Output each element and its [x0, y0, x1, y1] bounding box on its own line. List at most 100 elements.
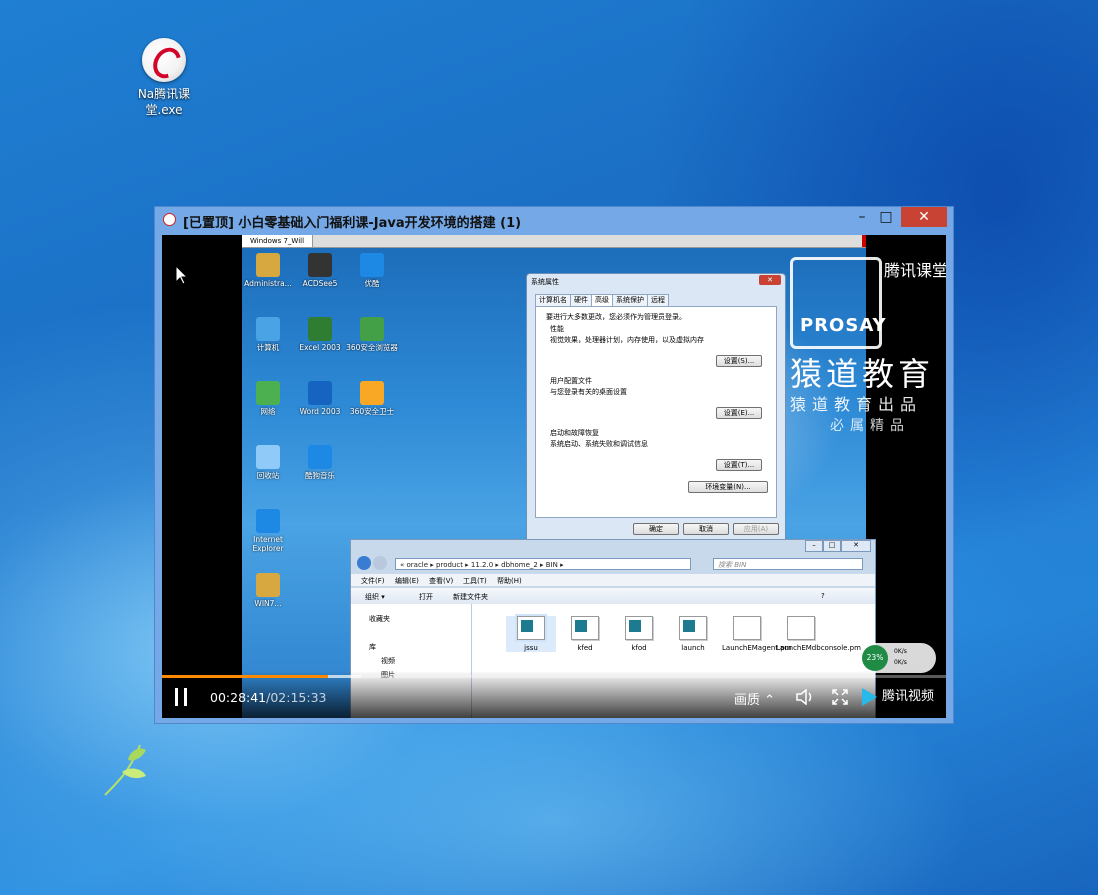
menu-view[interactable]: 查看(V) [429, 576, 453, 586]
file-name: jssu [524, 644, 538, 652]
tencent-video-label: 腾讯视频 [882, 689, 935, 704]
tab-system-protection[interactable]: 系统保护 [612, 294, 648, 306]
vm-desktop-icon[interactable]: Word 2003 [294, 381, 346, 416]
video-player-window: [已置顶] 小白零基础入门福利课-Java开发环境的搭建 (1) – □ ✕ W… [154, 206, 954, 724]
desktop-icon-tencent-classroom[interactable]: Na腾讯课堂.exe [126, 38, 202, 118]
perf-desc: 视觉效果，处理器计划，内存使用，以及虚拟内存 [550, 336, 704, 344]
upload-speed: 0K/s [894, 648, 907, 655]
word-icon [308, 381, 332, 405]
menu-edit[interactable]: 编辑(E) [395, 576, 419, 586]
played-bar [162, 675, 329, 678]
vm-desktop-icon[interactable]: 酷狗音乐 [294, 445, 346, 480]
vm-desktop-icon-label: ACDSee5 [302, 279, 338, 288]
dialog-close-icon[interactable]: ✕ [759, 275, 781, 285]
vm-desktop-icon[interactable]: 360安全卫士 [346, 381, 398, 416]
file-item[interactable]: jssu [506, 614, 556, 652]
progress-bar[interactable] [162, 675, 946, 678]
cancel-button[interactable]: 取消 [683, 523, 729, 535]
profile-desc: 与您登录有关的桌面设置 [550, 388, 627, 396]
desktop-icon-label: Na腾讯课堂.exe [137, 87, 191, 117]
vm-desktop-icon[interactable]: 回收站 [242, 445, 294, 480]
memory-percent: 23% [862, 645, 888, 671]
vm-desktop-icon[interactable]: 360安全浏览器 [346, 317, 398, 352]
new-folder-button[interactable]: 新建文件夹 [453, 592, 488, 602]
vm-desktop-icon-label: Word 2003 [299, 407, 341, 416]
music-icon [308, 445, 332, 469]
forward-button[interactable] [373, 556, 387, 570]
chevron-up-icon: ⌃ [764, 693, 776, 708]
menu-file[interactable]: 文件(F) [361, 576, 385, 586]
vm-desktop-icon[interactable]: Administra... [242, 253, 294, 288]
brand-edu: 猿道教育 [790, 355, 935, 393]
nav-favorites[interactable]: 收藏夹 [369, 614, 390, 624]
folder-icon [256, 253, 280, 277]
advanced-panel: 要进行大多数更改，您必须作为管理员登录。 性能 视觉效果，处理器计划，内存使用，… [535, 306, 777, 518]
fullscreen-icon[interactable] [832, 689, 848, 705]
vm-desktop-icon-label: Excel 2003 [299, 343, 341, 352]
vm-tab: Windows 7_Will [242, 235, 314, 247]
search-input[interactable]: 搜索 BIN [713, 558, 863, 570]
file-item[interactable]: LaunchEMagent.pm [722, 616, 792, 652]
vm-screen: Windows 7_Will Administra... ACDSee5 优酷计算机… [242, 235, 946, 718]
ok-button[interactable]: 确定 [633, 523, 679, 535]
file-name: LaunchEMdbconsole.pm [776, 644, 861, 652]
file-item[interactable]: LaunchEMdbconsole.pm [776, 616, 861, 652]
maximize-button[interactable]: □ [871, 207, 901, 227]
quality-button[interactable]: 画质 ⌃ [734, 689, 775, 708]
vm-desktop-icon-label: 酷狗音乐 [305, 471, 335, 480]
dialog-title: 系统属性 [531, 278, 559, 286]
vm-desktop-icon-label: 回收站 [256, 471, 280, 480]
file-name: kfed [577, 644, 593, 652]
network-speed-widget: 23% 0K/s 0K/s [860, 643, 936, 673]
vm-desktop-icon[interactable]: ACDSee5 [294, 253, 346, 288]
leaf-decoration-icon [104, 744, 146, 796]
vm-desktop-icon[interactable]: WIN7... [242, 573, 294, 608]
nav-libraries[interactable]: 库 [369, 642, 376, 652]
startup-desc: 系统启动、系统失败和调试信息 [550, 440, 648, 448]
help-icon[interactable]: ? [821, 592, 825, 600]
shield-plus-icon [360, 381, 384, 405]
vm-desktop-icon-label: Administra... [244, 279, 292, 288]
file-item[interactable]: kfod [614, 616, 664, 652]
tab-hardware[interactable]: 硬件 [570, 294, 592, 306]
profile-settings-button[interactable]: 设置(E)... [716, 407, 762, 419]
perf-settings-button[interactable]: 设置(S)... [716, 355, 762, 367]
volume-icon[interactable] [796, 689, 814, 705]
explorer-minimize-icon[interactable]: – [805, 540, 823, 552]
video-area[interactable]: Windows 7_Will Administra... ACDSee5 优酷计算机… [162, 235, 946, 718]
vm-desktop-icon[interactable]: 计算机 [242, 317, 294, 352]
vm-desktop-icon[interactable]: 网络 [242, 381, 294, 416]
file-item[interactable]: launch [668, 616, 718, 652]
file-item[interactable]: kfed [560, 616, 610, 652]
nav-videos[interactable]: 视频 [381, 656, 395, 666]
explorer-maximize-icon[interactable]: □ [823, 540, 841, 552]
explorer-close-icon[interactable]: ✕ [841, 540, 871, 552]
vm-desktop-icon[interactable]: Internet Explorer [242, 509, 294, 553]
apply-button[interactable]: 应用(A) [733, 523, 779, 535]
vm-desktop-icon[interactable]: Excel 2003 [294, 317, 346, 352]
vm-desktop-icon[interactable]: 优酷 [346, 253, 398, 288]
startup-settings-button[interactable]: 设置(T)... [716, 459, 762, 471]
menu-bar: 文件(F) 编辑(E) 查看(V) 工具(T) 帮助(H) [351, 574, 875, 586]
title-bar[interactable]: [已置顶] 小白零基础入门福利课-Java开发环境的搭建 (1) – □ ✕ [155, 207, 953, 233]
brand-sub2: 必属精品 [830, 418, 910, 434]
play-icon [360, 253, 384, 277]
open-button[interactable]: 打开 [419, 592, 433, 602]
close-button[interactable]: ✕ [901, 207, 947, 227]
pause-button[interactable] [174, 688, 190, 706]
menu-tools[interactable]: 工具(T) [463, 576, 487, 586]
perf-title: 性能 [550, 325, 564, 333]
tab-computer-name[interactable]: 计算机名 [535, 294, 571, 306]
menu-help[interactable]: 帮助(H) [497, 576, 522, 586]
folder-icon [256, 573, 280, 597]
address-bar[interactable]: « oracle ▸ product ▸ 11.2.0 ▸ dbhome_2 ▸… [395, 558, 691, 570]
vm-desktop-icon-label: 360安全卫士 [349, 407, 395, 416]
tab-remote[interactable]: 远程 [647, 294, 669, 306]
organize-button[interactable]: 组织 ▾ [365, 592, 385, 602]
vm-desktop-icon-label: 计算机 [256, 343, 280, 352]
debian-swirl-icon [142, 38, 186, 82]
env-variables-button[interactable]: 环境变量(N)... [688, 481, 768, 493]
current-time: 00:28:41 [210, 690, 267, 705]
download-speed: 0K/s [894, 659, 907, 666]
back-button[interactable] [357, 556, 371, 570]
